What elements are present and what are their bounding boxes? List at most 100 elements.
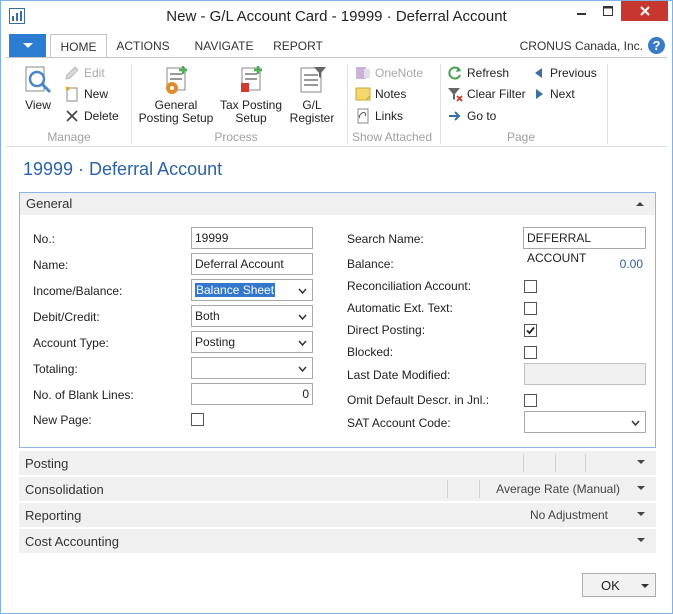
omit-descr-checkbox[interactable] <box>524 394 537 407</box>
ok-label: OK <box>601 578 620 593</box>
ok-button[interactable]: OK <box>582 573 656 597</box>
fasttab-posting-title: Posting <box>25 456 69 471</box>
clear-filter-button[interactable]: Clear Filter <box>447 84 526 104</box>
onenote-icon <box>356 67 370 79</box>
divider <box>585 454 586 472</box>
title-bar: New - G/L Account Card - 19999 · Deferra… <box>1 1 672 31</box>
maximize-button[interactable] <box>595 1 621 21</box>
company-name[interactable]: CRONUS Canada, Inc. <box>520 34 643 58</box>
triangle-left-icon <box>535 68 542 78</box>
next-button[interactable]: Next <box>532 84 575 104</box>
name-label: Name: <box>33 258 69 272</box>
auto-ext-text-checkbox[interactable] <box>524 302 537 315</box>
delete-button[interactable]: Delete <box>64 106 119 126</box>
totaling-label: Totaling: <box>33 362 78 376</box>
notes-button[interactable]: Notes <box>355 84 406 104</box>
clear-filter-label: Clear Filter <box>467 87 526 101</box>
search-name-field[interactable]: DEFERRAL ACCOUNT <box>523 227 646 265</box>
account-type-select[interactable]: Posting <box>191 331 313 353</box>
general-fasttab-title: General <box>26 196 73 211</box>
application-menu-button[interactable] <box>9 34 46 57</box>
reconciliation-checkbox[interactable] <box>524 280 537 293</box>
help-icon[interactable]: ? <box>648 37 665 54</box>
tax-posting-setup-button[interactable]: Tax Posting Setup <box>216 64 286 125</box>
income-balance-label: Income/Balance: <box>33 284 123 298</box>
group-label-show-attached: Show Attached <box>351 130 433 144</box>
close-icon <box>639 6 650 16</box>
previous-button[interactable]: Previous <box>532 63 597 83</box>
window: New - G/L Account Card - 19999 · Deferra… <box>0 0 673 614</box>
direct-posting-checkbox[interactable] <box>524 324 537 337</box>
blank-lines-field[interactable]: 0 <box>191 383 313 405</box>
fasttab-reporting[interactable]: Reporting No Adjustment <box>19 503 656 527</box>
edit-icon <box>65 66 79 80</box>
fasttab-reporting-title: Reporting <box>25 508 82 523</box>
page-title: 19999 · Deferral Account <box>23 159 223 179</box>
balance-value[interactable]: 0.00 <box>591 257 643 271</box>
fasttab-posting[interactable]: Posting <box>19 451 656 475</box>
general-fasttab-header[interactable]: General <box>20 193 655 215</box>
new-button[interactable]: New <box>64 84 108 104</box>
fasttab-reporting-summary: No Adjustment <box>529 508 608 522</box>
general-posting-setup-button[interactable]: General Posting Setup <box>136 64 216 125</box>
tax-posting-setup-label-2: Setup <box>235 111 267 125</box>
chevron-down-icon <box>298 288 307 295</box>
close-button[interactable] <box>621 1 668 21</box>
chevron-up-icon[interactable] <box>635 199 645 209</box>
separator <box>131 64 132 144</box>
notes-icon <box>355 87 371 101</box>
income-balance-select[interactable]: Balance Sheet <box>191 279 313 301</box>
links-button[interactable]: Links <box>355 106 403 126</box>
fasttab-consolidation-title: Consolidation <box>25 482 104 497</box>
checkmark-icon <box>526 326 535 335</box>
fasttab-cost-accounting-title: Cost Accounting <box>25 534 119 549</box>
go-to-button[interactable]: Go to <box>447 106 496 126</box>
view-icon <box>25 66 52 94</box>
onenote-button[interactable]: OneNote <box>355 63 423 83</box>
chevron-down-icon[interactable] <box>641 584 649 588</box>
register-icon <box>300 67 326 93</box>
view-label: View <box>25 98 51 112</box>
blocked-checkbox[interactable] <box>524 346 537 359</box>
chevron-down-icon <box>637 460 645 464</box>
divider <box>447 480 448 498</box>
tab-home[interactable]: HOME <box>50 34 107 58</box>
no-field[interactable]: 19999 <box>191 227 313 249</box>
blank-lines-label: No. of Blank Lines: <box>33 388 134 402</box>
edit-button[interactable]: Edit <box>64 63 105 83</box>
clear-filter-icon <box>448 88 463 102</box>
maximize-icon <box>603 6 613 16</box>
fasttab-cost-accounting[interactable]: Cost Accounting <box>19 529 656 553</box>
tab-actions[interactable]: ACTIONS <box>112 34 174 58</box>
chevron-down-icon <box>298 340 307 347</box>
omit-descr-label: Omit Default Descr. in Jnl.: <box>347 393 490 407</box>
group-label-manage: Manage <box>47 130 91 144</box>
previous-label: Previous <box>550 66 597 80</box>
debit-credit-select[interactable]: Both <box>191 305 313 327</box>
new-page-checkbox[interactable] <box>191 413 204 426</box>
ribbon-tabs: HOME ACTIONS NAVIGATE REPORT CRONUS Cana… <box>6 34 667 58</box>
chevron-down-icon <box>637 486 645 490</box>
sat-account-code-label: SAT Account Code: <box>347 416 451 430</box>
new-page-label: New Page: <box>33 413 92 427</box>
minimize-button[interactable] <box>568 1 595 21</box>
tab-navigate[interactable]: NAVIGATE <box>188 34 260 58</box>
chevron-down-icon <box>631 420 640 427</box>
view-button[interactable]: View <box>18 64 58 112</box>
links-label: Links <box>375 109 404 123</box>
refresh-button[interactable]: Refresh <box>447 63 509 83</box>
fasttab-consolidation[interactable]: Consolidation Average Rate (Manual) <box>19 477 656 501</box>
refresh-icon <box>448 66 461 80</box>
chevron-down-icon <box>637 512 645 516</box>
gl-register-button[interactable]: G/L Register <box>287 64 337 125</box>
group-label-process: Process <box>214 130 258 144</box>
sat-account-code-select[interactable] <box>524 411 646 433</box>
divider <box>523 454 524 472</box>
tax-posting-setup-icon <box>241 66 262 92</box>
refresh-label: Refresh <box>467 66 510 80</box>
gl-register-label-2: Register <box>289 111 335 125</box>
name-field[interactable]: Deferral Account <box>191 253 313 275</box>
totaling-field[interactable] <box>191 357 313 379</box>
tab-report[interactable]: REPORT <box>270 34 326 58</box>
auto-ext-text-label: Automatic Ext. Text: <box>347 301 453 315</box>
